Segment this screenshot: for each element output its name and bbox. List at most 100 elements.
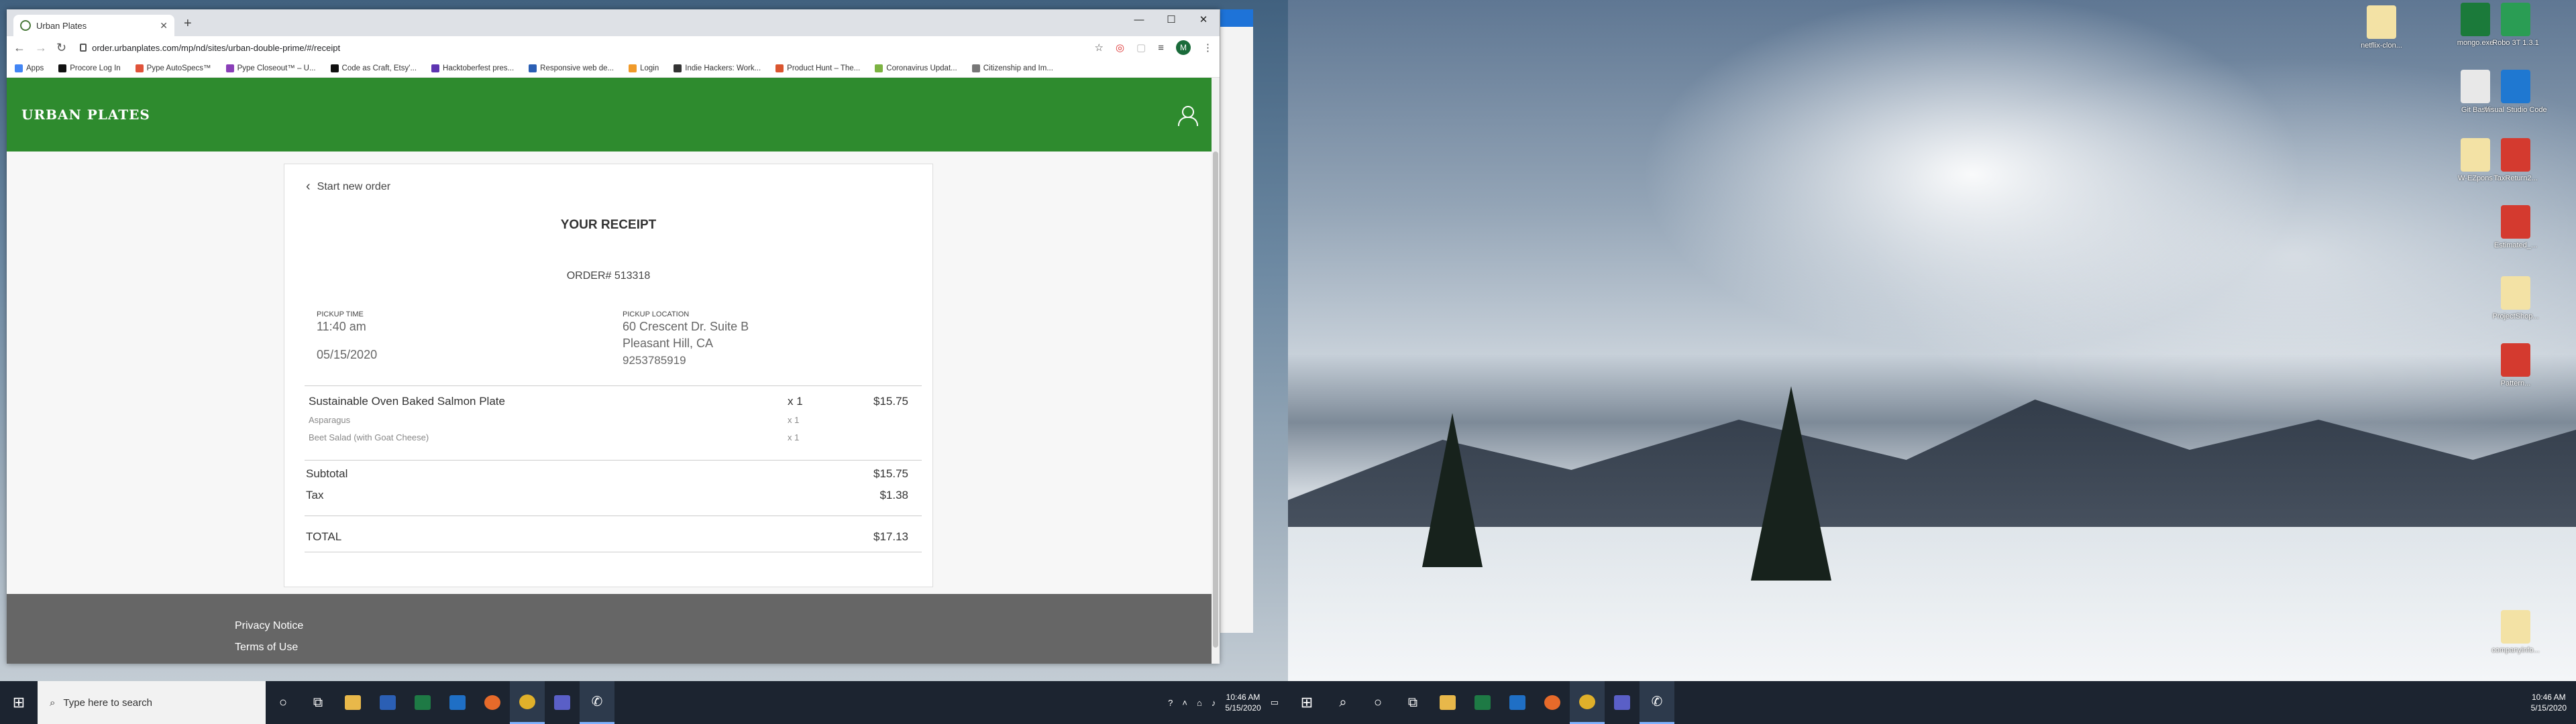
pdf-icon — [2501, 205, 2530, 239]
clock-time: 10:46 AM — [1226, 692, 1260, 702]
bookmark-label: Apps — [26, 64, 44, 72]
tax-value: $1.38 — [879, 489, 908, 501]
reload-icon[interactable]: ↻ — [56, 41, 66, 55]
bookmark-label: Procore Log In — [70, 64, 121, 72]
bookmark-item[interactable]: Pype Closeout™ – U... — [225, 64, 316, 72]
privacy-notice-link[interactable]: Privacy Notice — [235, 615, 1212, 637]
windows-start-icon[interactable]: ⊞ — [0, 681, 38, 724]
tax-label: Tax — [306, 489, 324, 501]
phone-app-icon[interactable]: ✆ — [1640, 681, 1674, 724]
taskbar-search[interactable]: ⌕ Type here to search — [38, 681, 266, 724]
apps-shortcut[interactable]: Apps — [15, 64, 44, 72]
chevron-up-icon[interactable]: ˄ — [1182, 698, 1187, 708]
network-icon[interactable]: ⌂ — [1197, 698, 1202, 708]
task-view-icon[interactable]: ⧉ — [1395, 681, 1430, 724]
notifications-icon[interactable]: ▭ — [1271, 697, 1279, 708]
phone-app-icon[interactable]: ✆ — [580, 681, 614, 724]
profile-avatar[interactable]: M — [1176, 40, 1191, 55]
desktop-icon[interactable]: ProjectShop... — [2475, 276, 2556, 321]
desktop-icon[interactable]: companyinfo... — [2475, 610, 2556, 655]
user-account-icon[interactable] — [1177, 105, 1198, 126]
star-icon[interactable]: ☆ — [1095, 42, 1104, 54]
clock[interactable]: 10:46 AM 5/15/2020 — [1225, 692, 1260, 713]
forward-arrow-icon[interactable]: → — [35, 41, 47, 55]
chrome-window: Urban Plates ✕ + — ☐ ✕ ← → ↻ order.urban… — [7, 9, 1220, 664]
document-icon — [2501, 276, 2530, 310]
urban-plates-page: URBAN PLATES ‹ Start new order YOUR RECE… — [7, 78, 1212, 664]
pickup-date: 05/15/2020 — [317, 348, 378, 361]
back-arrow-icon[interactable]: ← — [13, 41, 25, 55]
close-window-icon[interactable]: ✕ — [1187, 9, 1220, 29]
desktop-icon[interactable]: Visual Studio Code — [2475, 70, 2556, 115]
urban-plates-logo[interactable]: URBAN PLATES — [21, 107, 150, 123]
tab-urban-plates[interactable]: Urban Plates ✕ — [13, 15, 174, 36]
bookmark-item[interactable]: Login — [629, 64, 659, 72]
bookmark-item[interactable]: Coronavirus Updat... — [875, 64, 957, 72]
terms-of-use-link[interactable]: Terms of Use — [235, 637, 1212, 658]
bookmark-item[interactable]: Hacktoberfest pres... — [431, 64, 514, 72]
extension-icon[interactable]: ≡ — [1158, 42, 1164, 54]
bookmark-label: Coronavirus Updat... — [886, 64, 957, 72]
background-window-titlebar[interactable] — [1220, 9, 1253, 27]
total-row: TOTAL $17.13 — [306, 530, 908, 544]
bookmark-favicon-icon — [529, 64, 537, 72]
word-icon[interactable] — [370, 681, 405, 724]
bookmark-item[interactable]: Pype AutoSpecs™ — [135, 64, 211, 72]
folder-icon — [2367, 5, 2396, 39]
outlook-icon[interactable] — [440, 681, 475, 724]
total-label: TOTAL — [306, 530, 342, 543]
desktop-icon-label: Robo 3T 1.3.1 — [2492, 39, 2539, 47]
desktop-icon[interactable]: Estimated_... — [2475, 205, 2556, 250]
chrome-icon[interactable] — [1570, 681, 1605, 724]
bookmark-item[interactable]: Product Hunt – The... — [775, 64, 860, 72]
divider — [305, 460, 922, 461]
search-icon: ⌕ — [50, 697, 56, 709]
background-window[interactable] — [1220, 9, 1253, 633]
maximize-icon[interactable]: ☐ — [1155, 9, 1187, 29]
teams-icon[interactable] — [545, 681, 580, 724]
menu-dots-icon[interactable]: ⋮ — [1203, 42, 1213, 54]
minimize-icon[interactable]: — — [1123, 9, 1155, 29]
bookmark-favicon-icon — [58, 64, 67, 72]
outlook-icon[interactable] — [1500, 681, 1535, 724]
help-icon[interactable]: ? — [1168, 698, 1173, 708]
search-icon[interactable]: ⌕ — [1326, 681, 1360, 724]
desktop-icon[interactable]: netflix-clon... — [2331, 5, 2432, 50]
site-header: URBAN PLATES — [7, 78, 1212, 152]
desktop-icon[interactable]: TaxReturn2... — [2475, 138, 2556, 183]
teams-icon[interactable] — [1605, 681, 1640, 724]
excel-icon[interactable] — [405, 681, 440, 724]
firefox-icon[interactable] — [475, 681, 510, 724]
bookmark-item[interactable]: Indie Hackers: Work... — [674, 64, 761, 72]
desktop-icon[interactable]: Pattern... — [2475, 343, 2556, 388]
taskbar-right: ⊞ ⌕ ○ ⧉ ✆ 10:46 AM 5/15/2020 — [1288, 681, 2576, 724]
location-city: Pleasant Hill, CA — [623, 337, 714, 350]
task-view-icon[interactable]: ⧉ — [301, 681, 335, 724]
file-explorer-icon[interactable] — [1430, 681, 1465, 724]
bookmark-item[interactable]: Responsive web de... — [529, 64, 614, 72]
address-bar[interactable]: order.urbanplates.com/mp/nd/sites/urban-… — [76, 38, 1085, 57]
excel-icon[interactable] — [1465, 681, 1500, 724]
start-new-order-link[interactable]: ‹ Start new order — [306, 179, 390, 194]
bookmark-item[interactable]: Citizenship and Im... — [971, 64, 1053, 72]
desktop-icon[interactable]: Robo 3T 1.3.1 — [2475, 3, 2556, 48]
extension-icon[interactable]: ◎ — [1116, 42, 1124, 54]
cortana-icon[interactable]: ○ — [266, 681, 301, 724]
file-explorer-icon[interactable] — [335, 681, 370, 724]
firefox-icon[interactable] — [1535, 681, 1570, 724]
new-tab-icon[interactable]: + — [184, 16, 192, 32]
page-scrollbar[interactable] — [1212, 78, 1220, 664]
close-tab-icon[interactable]: ✕ — [160, 20, 168, 32]
volume-icon[interactable]: ♪ — [1212, 698, 1216, 708]
scrollbar-thumb[interactable] — [1213, 152, 1218, 648]
extension-icon[interactable]: ▢ — [1136, 42, 1146, 54]
bookmark-label: Hacktoberfest pres... — [443, 64, 515, 72]
windows-start-icon[interactable]: ⊞ — [1288, 681, 1326, 724]
cortana-icon[interactable]: ○ — [1360, 681, 1395, 724]
subtotal-label: Subtotal — [306, 467, 348, 480]
chrome-icon[interactable] — [510, 681, 545, 724]
bookmark-item[interactable]: Code as Craft, Etsy'... — [330, 64, 417, 72]
chevron-left-icon: ‹ — [306, 179, 311, 194]
clock[interactable]: 10:46 AM 5/15/2020 — [2531, 692, 2567, 713]
bookmark-item[interactable]: Procore Log In — [58, 64, 121, 72]
